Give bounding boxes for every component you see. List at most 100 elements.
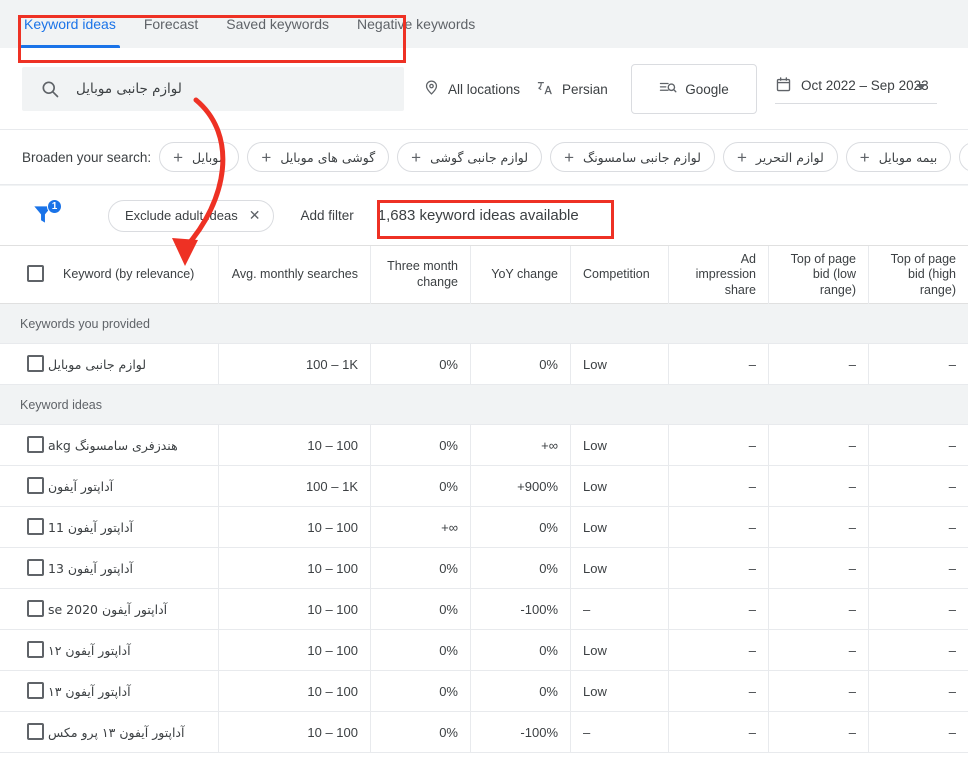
cell-keyword[interactable]: آداپتور آیفون ۱۳ پرو مکس xyxy=(0,712,218,752)
column-header[interactable]: Top of page bid (low range) xyxy=(768,246,868,304)
broaden-chip[interactable]: +لوازم جانبی گوشی xyxy=(397,142,542,172)
broaden-search-label: Broaden your search: xyxy=(22,150,151,165)
broaden-chip[interactable]: +لوازم خانگی بوش xyxy=(959,142,968,172)
cell-three-month: 0% xyxy=(370,425,470,465)
keyword-text: هندزفری سامسونگ akg xyxy=(48,438,178,453)
cell-three-month: 0% xyxy=(370,344,470,384)
translate-icon xyxy=(536,79,554,100)
cell-keyword[interactable]: آداپتور آیفون 13 xyxy=(0,548,218,588)
cell-keyword[interactable]: آداپتور آیفون 11 xyxy=(0,507,218,547)
cell-yoy: 0% xyxy=(470,671,570,711)
cell-competition: Low xyxy=(570,425,668,465)
table-row[interactable]: هندزفری سامسونگ akg10 – 1000%+∞Low––– xyxy=(0,425,968,466)
cell-avg: 10 – 100 xyxy=(218,425,370,465)
table-row[interactable]: آداپتور آیفون ۱۲10 – 1000%0%Low––– xyxy=(0,630,968,671)
search-network-icon xyxy=(659,79,677,100)
filter-count-badge: 1 xyxy=(47,199,62,214)
table-row[interactable]: آداپتور آیفون 1310 – 1000%0%Low––– xyxy=(0,548,968,589)
cell-bid-high: – xyxy=(868,466,968,506)
cell-ad-share: – xyxy=(668,671,768,711)
tab-keyword-ideas[interactable]: Keyword ideas xyxy=(10,0,130,48)
location-pin-icon xyxy=(423,79,440,99)
column-header[interactable]: Keyword (by relevance) xyxy=(0,246,218,304)
cell-avg: 10 – 100 xyxy=(218,507,370,547)
broaden-chip-label: موبایل xyxy=(192,150,225,165)
column-header[interactable]: Competition xyxy=(570,246,668,304)
broaden-chip[interactable]: +موبایل xyxy=(159,142,239,172)
cell-bid-low: – xyxy=(768,425,868,465)
tab-saved-keywords[interactable]: Saved keywords xyxy=(212,0,343,48)
table-group-header: Keyword ideas xyxy=(0,385,968,425)
cell-competition: – xyxy=(570,712,668,752)
column-header[interactable]: Avg. monthly searches xyxy=(218,246,370,304)
tab-forecast[interactable]: Forecast xyxy=(130,0,212,48)
cell-competition: Low xyxy=(570,630,668,670)
cell-avg: 10 – 100 xyxy=(218,630,370,670)
cell-keyword[interactable]: آداپتور آیفون xyxy=(0,466,218,506)
remove-filter-icon[interactable]: ✕ xyxy=(249,207,261,224)
cell-competition: – xyxy=(570,589,668,629)
search-input[interactable]: لوازم جانبی موبایل xyxy=(22,67,404,111)
cell-keyword[interactable]: لوازم جانبی موبایل xyxy=(0,344,218,384)
broaden-chip-label: گوشی های موبایل xyxy=(280,150,375,165)
cell-yoy: 0% xyxy=(470,344,570,384)
broaden-chip[interactable]: +بیمه موبایل xyxy=(846,142,951,172)
cell-competition: Low xyxy=(570,671,668,711)
table-row[interactable]: آداپتور آیفون100 – 1K0%+900%Low––– xyxy=(0,466,968,507)
cell-yoy: 0% xyxy=(470,548,570,588)
broaden-chip[interactable]: + لوازم جانبی سامسونگ xyxy=(550,142,715,172)
broaden-chip[interactable]: +گوشی های موبایل xyxy=(247,142,389,172)
network-selector[interactable]: Google xyxy=(631,64,757,114)
cell-competition: Low xyxy=(570,507,668,547)
table-row[interactable]: لوازم جانبی موبایل100 – 1K0%0%Low––– xyxy=(0,344,968,385)
cell-bid-low: – xyxy=(768,589,868,629)
add-filter-button[interactable]: Add filter xyxy=(300,208,353,223)
cell-competition: Low xyxy=(570,344,668,384)
date-range-selector[interactable]: Oct 2022 – Sep 2023 xyxy=(775,68,937,104)
broaden-chip[interactable]: +لوازم التحریر xyxy=(723,142,838,172)
language-selector[interactable]: Persian xyxy=(536,67,608,111)
chevron-down-icon[interactable] xyxy=(916,84,926,90)
broaden-chip-label: لوازم جانبی سامسونگ xyxy=(583,150,701,165)
column-header[interactable]: Three month change xyxy=(370,246,470,304)
tab-negative-keywords[interactable]: Negative keywords xyxy=(343,0,489,48)
keyword-ideas-table: Keyword (by relevance)Avg. monthly searc… xyxy=(0,246,968,762)
cell-bid-high: – xyxy=(868,712,968,752)
cell-avg: 10 – 100 xyxy=(218,589,370,629)
table-row[interactable]: آداپتور آیفون ۱۳10 – 1000%0%Low––– xyxy=(0,671,968,712)
broaden-chip-label: لوازم التحریر xyxy=(756,150,824,165)
cell-ad-share: – xyxy=(668,344,768,384)
plus-icon: + xyxy=(564,149,574,166)
cell-yoy: 0% xyxy=(470,507,570,547)
cell-ad-share: – xyxy=(668,548,768,588)
cell-three-month: 0% xyxy=(370,548,470,588)
keyword-text: آداپتور آیفون se 2020 xyxy=(48,602,167,617)
network-label: Google xyxy=(685,82,729,97)
cell-keyword[interactable]: هندزفری سامسونگ akg xyxy=(0,425,218,465)
cell-bid-high: – xyxy=(868,507,968,547)
keyword-planner-page: Keyword ideasForecastSaved keywordsNegat… xyxy=(0,0,968,762)
cell-keyword[interactable]: آداپتور آیفون ۱۳ xyxy=(0,671,218,711)
table-row[interactable]: آداپتور آیفون 1110 – 100+∞0%Low––– xyxy=(0,507,968,548)
cell-bid-high: – xyxy=(868,548,968,588)
column-header[interactable]: Top of page bid (high range) xyxy=(868,246,968,304)
cell-keyword[interactable]: آداپتور آیفون ۱۲ xyxy=(0,630,218,670)
active-filter-chip[interactable]: Exclude adult ideas ✕ xyxy=(108,200,274,232)
cell-keyword[interactable]: آداپتور آیفون se 2020 xyxy=(0,589,218,629)
cell-three-month: 0% xyxy=(370,712,470,752)
table-row[interactable]: آداپتور آیفون se 202010 – 1000%-100%–––– xyxy=(0,589,968,630)
broaden-chip-label: بیمه موبایل xyxy=(879,150,938,165)
column-header[interactable]: YoY change xyxy=(470,246,570,304)
table-group-header: Keywords you provided xyxy=(0,304,968,344)
locations-label: All locations xyxy=(448,82,520,97)
cell-avg: 100 – 1K xyxy=(218,466,370,506)
cell-yoy: -100% xyxy=(470,589,570,629)
column-header[interactable]: Ad impression share xyxy=(668,246,768,304)
cell-bid-low: – xyxy=(768,344,868,384)
filter-funnel-button[interactable]: 1 xyxy=(30,201,60,231)
language-label: Persian xyxy=(562,82,608,97)
broaden-search-bar: Broaden your search: +موبایل+گوشی های مو… xyxy=(0,130,968,185)
cell-bid-high: – xyxy=(868,630,968,670)
table-row[interactable]: آداپتور آیفون ۱۳ پرو مکس10 – 1000%-100%–… xyxy=(0,712,968,753)
locations-selector[interactable]: All locations xyxy=(423,67,520,111)
